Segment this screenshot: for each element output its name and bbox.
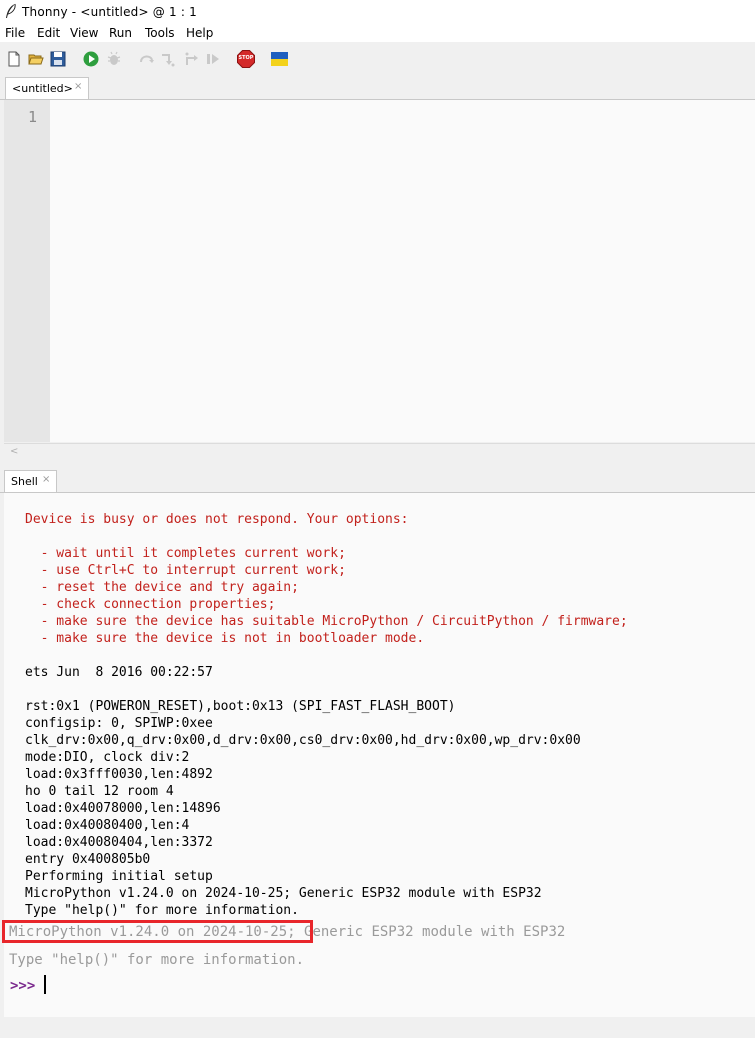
shell-console[interactable]: Device is busy or does not respond. Your… [2,493,755,1017]
menu-file[interactable]: File [5,26,25,40]
step-into-icon[interactable] [160,51,176,67]
tab-untitled[interactable]: <untitled> × [5,77,89,99]
shell-error-line: - wait until it completes current work; [25,546,346,561]
close-icon[interactable]: × [74,81,82,92]
shell-output-line: mode:DIO, clock div:2 [25,750,190,765]
shell-error-line: - make sure the device is not in bootloa… [25,631,425,646]
shell-output-line: load:0x40080404,len:3372 [25,835,213,850]
step-out-icon[interactable] [184,51,200,67]
shell-output-line: clk_drv:0x00,q_drv:0x00,d_drv:0x00,cs0_d… [25,733,581,748]
text-cursor [44,975,46,994]
stop-label: STOP [238,55,254,61]
shell-output-line: MicroPython v1.24.0 on 2024-10-25; Gener… [25,886,542,901]
step-over-icon[interactable] [139,51,155,67]
shell-error-line: - use Ctrl+C to interrupt current work; [25,563,346,578]
shell-output-line: load:0x40078000,len:14896 [25,801,221,816]
line-number-gutter: 1 [4,100,50,442]
editor-tab-bar: <untitled> × [0,76,755,100]
line-number: 1 [28,108,38,126]
debug-icon[interactable] [106,51,122,67]
tab-shell[interactable]: Shell × [4,470,57,492]
status-bar [0,1017,755,1038]
shell-error-line: Device is busy or does not respond. Your… [25,512,409,527]
shell-output-line: entry 0x400805b0 [25,852,151,867]
shell-output-line: load:0x3fff0030,len:4892 [25,767,213,782]
menu-tools[interactable]: Tools [145,26,175,40]
stop-icon[interactable]: STOP [237,50,255,68]
shell-prompt: >>> [10,978,36,994]
shell-output-line: ets Jun 8 2016 00:22:57 [25,665,213,680]
banner-help-line: Type "help()" for more information. [9,952,305,968]
save-icon[interactable] [50,51,66,67]
banner-board-info: ; Generic ESP32 module with ESP32 [287,924,566,940]
shell-output-line: Type "help()" for more information. [25,903,299,918]
menu-bar: File Edit View Run Tools Help [0,24,755,42]
highlight-box [2,920,313,943]
toolbar: STOP [0,42,755,76]
title-bar: Thonny - <untitled> @ 1 : 1 [0,0,755,24]
menu-view[interactable]: View [70,26,98,40]
shell-error-line: - reset the device and try again; [25,580,299,595]
menu-run[interactable]: Run [109,26,132,40]
menu-edit[interactable]: Edit [37,26,60,40]
menu-help[interactable]: Help [186,26,213,40]
tab-untitled-label: <untitled> [12,82,73,95]
shell-error-line: - make sure the device has suitable Micr… [25,614,628,629]
close-icon[interactable]: × [42,474,50,485]
tab-shell-label: Shell [11,475,38,488]
resume-icon[interactable] [205,51,221,67]
shell-output-line: Performing initial setup [25,869,213,884]
shell-output-line: configsip: 0, SPIWP:0xee [25,716,213,731]
thonny-feather-icon [6,3,16,18]
shell-error-line: - check connection properties; [25,597,276,612]
shell-output-line: rst:0x1 (POWERON_RESET),boot:0x13 (SPI_F… [25,699,456,714]
ukraine-flag-icon[interactable] [271,52,288,66]
shell-output-line: load:0x40080400,len:4 [25,818,190,833]
shell-tab-bar: Shell × [0,468,755,493]
open-file-icon[interactable] [28,51,44,67]
new-file-icon[interactable] [6,51,22,67]
scroll-left-arrow-icon[interactable]: < [10,446,18,457]
code-editor[interactable]: 1 [4,100,755,442]
shell-output-line: ho 0 tail 12 room 4 [25,784,174,799]
window-title: Thonny - <untitled> @ 1 : 1 [22,5,197,19]
run-icon[interactable] [83,51,99,67]
editor-horizontal-scrollbar[interactable]: < [4,443,755,461]
